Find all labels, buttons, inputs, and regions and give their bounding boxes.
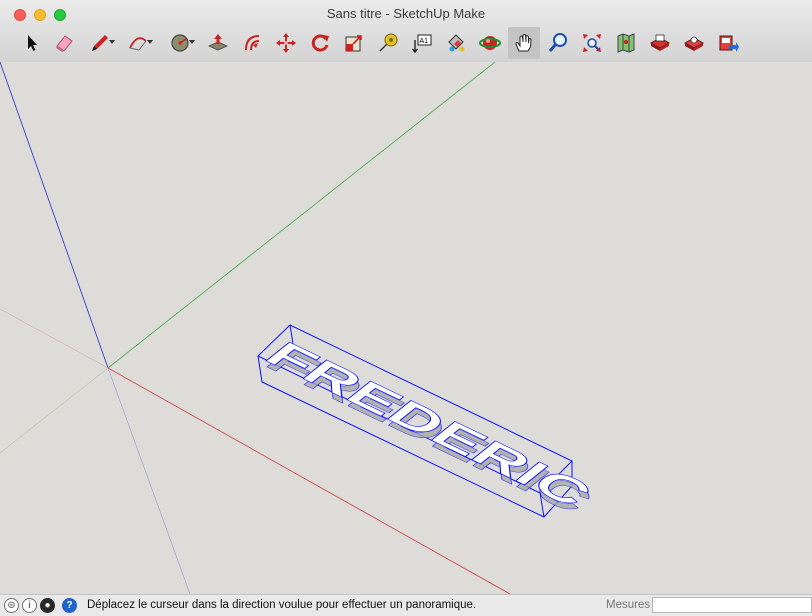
zoom-tool-button[interactable] bbox=[542, 27, 574, 59]
model-text-face: FREDERIC bbox=[254, 335, 602, 514]
drawing-viewport[interactable]: FREDERIC FREDERIC bbox=[0, 62, 812, 594]
offset-icon bbox=[245, 35, 260, 51]
rotate-tool-button[interactable] bbox=[304, 27, 336, 59]
window-title: Sans titre - SketchUp Make bbox=[326, 6, 486, 21]
green-axis-solid bbox=[107, 62, 496, 369]
share-icon bbox=[719, 35, 739, 52]
pencil-icon bbox=[92, 35, 108, 51]
red-axis-dotted bbox=[0, 308, 109, 369]
help-icon[interactable]: ? bbox=[62, 598, 77, 613]
circle-icon bbox=[171, 34, 189, 52]
status-bar: ⊙ i ● ? Déplacez le curseur dans la dire… bbox=[0, 594, 812, 616]
paint-bucket-icon bbox=[448, 34, 465, 52]
component-warehouse-tool-button[interactable] bbox=[644, 27, 676, 59]
text-tool-label: A1 bbox=[420, 38, 429, 45]
magnifier-icon bbox=[548, 33, 567, 52]
select-tool-button[interactable] bbox=[16, 27, 48, 59]
pan-tool-button[interactable] bbox=[508, 27, 540, 59]
orbit-icon bbox=[479, 36, 501, 50]
blue-axis-solid bbox=[0, 62, 109, 369]
push-pull-icon bbox=[208, 34, 228, 51]
measurements-input[interactable] bbox=[652, 597, 812, 613]
zoom-extents-tool-button[interactable] bbox=[576, 27, 608, 59]
eraser-icon bbox=[56, 35, 73, 52]
arc-icon bbox=[129, 37, 147, 51]
paint-bucket-tool-button[interactable] bbox=[440, 27, 472, 59]
rotate-icon bbox=[311, 34, 329, 52]
extruded-text-model[interactable]: FREDERIC FREDERIC bbox=[254, 335, 604, 521]
chevron-down-icon bbox=[109, 40, 115, 44]
chevron-down-icon bbox=[189, 40, 195, 44]
move-icon bbox=[276, 33, 296, 53]
user-account-icon[interactable]: ● bbox=[40, 598, 55, 613]
offset-tool-button[interactable] bbox=[236, 27, 268, 59]
text-label-icon: A1 bbox=[411, 34, 432, 54]
hand-icon bbox=[515, 34, 532, 52]
title-bar: Sans titre - SketchUp Make A1 bbox=[0, 0, 812, 63]
eraser-tool-button[interactable] bbox=[48, 27, 80, 59]
orbit-tool-button[interactable] bbox=[474, 27, 506, 59]
scene-canvas: FREDERIC FREDERIC bbox=[0, 62, 604, 594]
move-tool-button[interactable] bbox=[270, 27, 302, 59]
green-axis-dotted bbox=[0, 367, 109, 454]
scale-tool-button[interactable] bbox=[338, 27, 370, 59]
arc-tool-button[interactable] bbox=[122, 27, 154, 59]
shapes-tool-button[interactable] bbox=[164, 27, 196, 59]
map-icon bbox=[617, 33, 635, 53]
info-icon[interactable]: i bbox=[22, 598, 37, 613]
extension-icon bbox=[683, 36, 705, 51]
geolocation-icon[interactable]: ⊙ bbox=[4, 598, 19, 613]
measurements-label: Mesures bbox=[606, 599, 651, 611]
tape-measure-tool-button[interactable] bbox=[372, 27, 404, 59]
line-tool-button[interactable] bbox=[84, 27, 116, 59]
warehouse-icon bbox=[649, 34, 671, 51]
extension-warehouse-tool-button[interactable] bbox=[678, 27, 710, 59]
sketchup-window: Sans titre - SketchUp Make A1 FREDERIC F… bbox=[0, 0, 812, 616]
chevron-down-icon bbox=[147, 40, 153, 44]
blue-axis-dotted bbox=[107, 367, 191, 594]
text-tool-button[interactable]: A1 bbox=[406, 27, 438, 59]
status-message: Déplacez le curseur dans la direction vo… bbox=[87, 599, 477, 611]
warehouse-tool-button[interactable] bbox=[610, 27, 642, 59]
zoom-extents-icon bbox=[583, 34, 601, 52]
share-model-tool-button[interactable] bbox=[712, 27, 744, 59]
tape-measure-icon bbox=[379, 33, 398, 52]
main-toolbar: A1 bbox=[16, 27, 812, 59]
push-pull-tool-button[interactable] bbox=[202, 27, 234, 59]
arrow-cursor-icon bbox=[28, 35, 37, 51]
scale-icon bbox=[345, 35, 362, 52]
